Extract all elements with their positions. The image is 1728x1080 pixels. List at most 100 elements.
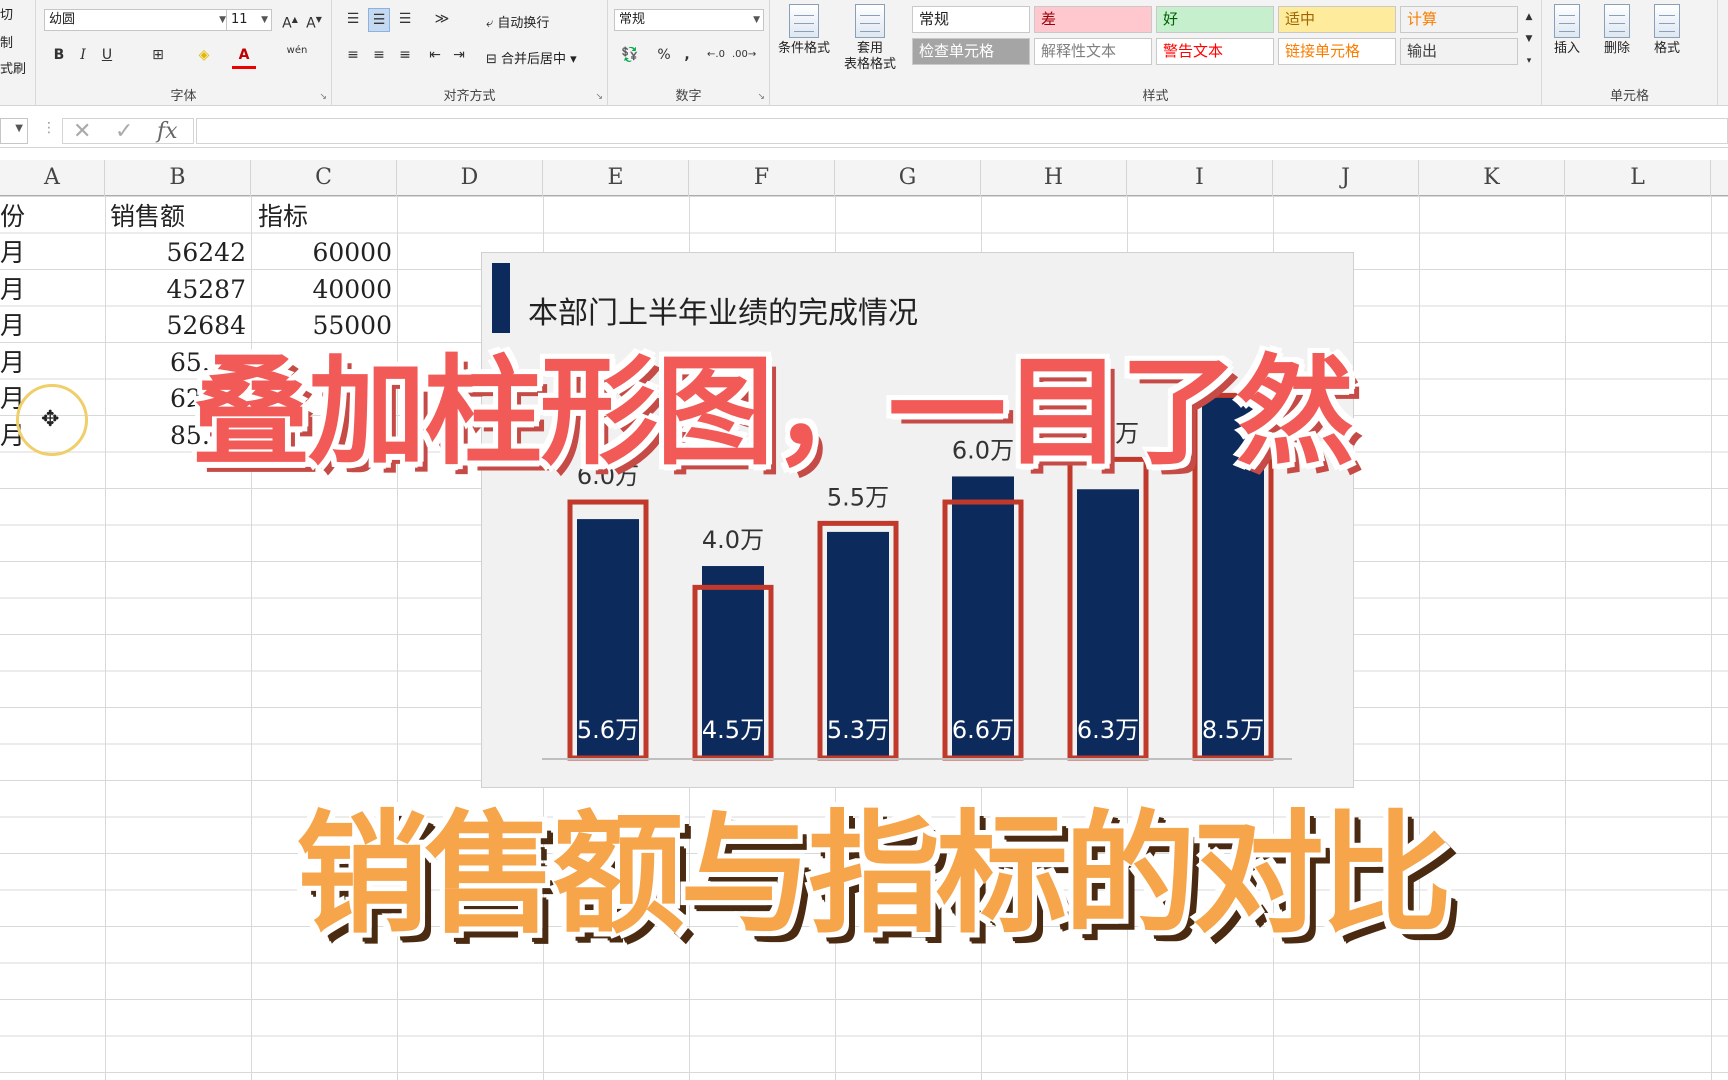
border-icon[interactable]: ⊞: [146, 44, 170, 66]
cell-a1[interactable]: 份: [0, 199, 25, 235]
conditional-format-button[interactable]: 条件格式: [774, 4, 834, 57]
wrap-text-button[interactable]: ⤶ 自动换行: [486, 12, 549, 31]
fill-color-icon[interactable]: ◈: [192, 44, 216, 66]
percent-button[interactable]: %: [654, 44, 674, 66]
currency-icon[interactable]: 💱: [616, 44, 644, 66]
column-header-j[interactable]: J: [1273, 160, 1419, 196]
increase-font-icon[interactable]: A▲: [280, 9, 300, 35]
cell-b2[interactable]: 56242: [106, 235, 246, 271]
cell-a3[interactable]: 月: [0, 272, 25, 308]
cell-cursor-icon: ✥: [41, 407, 60, 432]
column-header-f[interactable]: F: [689, 160, 835, 196]
merge-center-label: 合并后居中: [501, 52, 567, 67]
format-icon: [1654, 4, 1680, 38]
format-as-table-button[interactable]: 套用 表格格式: [840, 4, 900, 73]
column-header-g[interactable]: G: [835, 160, 981, 196]
sales-data-label: 5.6万: [577, 716, 639, 744]
increase-indent-icon[interactable]: ⇥: [448, 44, 470, 66]
insert-function-icon[interactable]: fx: [157, 119, 178, 144]
formula-buttons: ✕ ✓ fx: [62, 118, 194, 144]
orientation-icon[interactable]: ≫: [428, 8, 456, 30]
cell-a2[interactable]: 月: [0, 235, 25, 271]
align-bottom-icon[interactable]: ☰: [394, 8, 416, 30]
gallery-more-icon[interactable]: ▾: [1522, 50, 1536, 72]
cell-style-option[interactable]: 链接单元格: [1278, 38, 1396, 65]
cell-b3[interactable]: 45287: [106, 272, 246, 308]
cell-style-option[interactable]: 适中: [1278, 6, 1396, 33]
chevron-down-icon: ▼: [753, 15, 760, 25]
column-header-k[interactable]: K: [1419, 160, 1565, 196]
increase-decimal-icon[interactable]: ←.0: [704, 44, 728, 66]
cells-group-label: 单元格: [1609, 89, 1649, 104]
underline-button[interactable]: U: [98, 44, 116, 66]
dialog-launcher-icon[interactable]: ↘: [595, 92, 603, 102]
column-header-a[interactable]: A: [0, 160, 105, 196]
phonetic-button[interactable]: wén: [282, 40, 312, 62]
align-center-icon[interactable]: ≡: [368, 44, 390, 66]
copy-button[interactable]: 制: [0, 32, 13, 51]
cell-style-option[interactable]: 输出: [1400, 38, 1518, 65]
format-cells-button[interactable]: 格式: [1642, 4, 1692, 57]
number-group: 常规 ▼ 💱 % , ←.0 .00→ 数字 ↘: [608, 0, 770, 106]
number-format-select[interactable]: 常规 ▼: [614, 9, 764, 31]
bold-button[interactable]: B: [50, 44, 68, 66]
align-left-icon[interactable]: ≡: [342, 44, 364, 66]
align-right-icon[interactable]: ≡: [394, 44, 416, 66]
column-header-c[interactable]: C: [251, 160, 397, 196]
font-group-label: 字体: [170, 89, 197, 104]
align-top-icon[interactable]: ☰: [342, 8, 364, 30]
sales-data-label: 6.3万: [1077, 716, 1139, 744]
wrap-text-label: 自动换行: [497, 16, 550, 31]
cell-c1[interactable]: 指标: [258, 199, 308, 235]
merge-center-button[interactable]: ⊟ 合并后居中 ▾: [486, 48, 577, 67]
column-header-b[interactable]: B: [105, 160, 251, 196]
cell-style-option[interactable]: 解释性文本: [1034, 38, 1152, 65]
align-middle-icon[interactable]: ☰: [368, 8, 390, 32]
column-header-e[interactable]: E: [543, 160, 689, 196]
decrease-decimal-icon[interactable]: .00→: [732, 44, 756, 66]
font-name-select[interactable]: 幼圆 ▼: [44, 9, 230, 31]
enter-icon[interactable]: ✓: [115, 119, 133, 144]
font-size-select[interactable]: 11 ▼: [226, 9, 272, 31]
comma-button[interactable]: ,: [680, 44, 694, 66]
insert-cells-button[interactable]: 插入: [1542, 4, 1592, 57]
cell-style-option[interactable]: 警告文本: [1156, 38, 1274, 65]
format-as-table-label-2: 表格格式: [843, 57, 896, 72]
cancel-icon[interactable]: ✕: [73, 119, 91, 144]
cut-button[interactable]: 切: [0, 4, 13, 23]
gallery-scroll-down-icon[interactable]: ▼: [1522, 28, 1536, 50]
decrease-indent-icon[interactable]: ⇤: [424, 44, 446, 66]
formula-input[interactable]: [196, 118, 1728, 144]
chevron-down-icon: ▼: [15, 123, 23, 134]
column-header-d[interactable]: D: [397, 160, 543, 196]
cell-style-option[interactable]: 计算: [1400, 6, 1518, 33]
name-box[interactable]: ▼: [0, 118, 28, 144]
column-header-l[interactable]: L: [1565, 160, 1711, 196]
format-as-table-icon: [855, 4, 885, 38]
delete-cells-button[interactable]: 删除: [1592, 4, 1642, 57]
cell-style-option[interactable]: 差: [1034, 6, 1152, 33]
gallery-scroll-up-icon[interactable]: ▲: [1522, 6, 1536, 28]
cell-a5[interactable]: 月: [0, 345, 25, 381]
dialog-launcher-icon[interactable]: ↘: [319, 92, 327, 102]
cell-b1[interactable]: 销售额: [110, 199, 185, 235]
italic-button[interactable]: I: [74, 44, 92, 66]
cell-c2[interactable]: 60000: [252, 235, 392, 271]
column-header-i[interactable]: I: [1127, 160, 1273, 196]
cell-style-option[interactable]: 常规: [912, 6, 1030, 33]
cell-style-option[interactable]: 好: [1156, 6, 1274, 33]
font-color-icon[interactable]: A: [232, 44, 256, 69]
format-painter-button[interactable]: 式刷: [0, 58, 26, 77]
cells-group: 插入 删除 格式 单元格: [1542, 0, 1718, 106]
styles-group: 条件格式 套用 表格格式 常规差好适中 计算检查单元格 解释性文本 警告文本 链接单元格…: [770, 0, 1542, 106]
separator-dots: ⋮: [42, 120, 56, 136]
conditional-format-label: 条件格式: [777, 41, 830, 56]
decrease-font-icon[interactable]: A▼: [304, 9, 324, 35]
cell-style-option[interactable]: 检查单元格: [912, 38, 1030, 65]
alignment-group-label: 对齐方式: [443, 89, 496, 104]
column-header-h[interactable]: H: [981, 160, 1127, 196]
cell-a4[interactable]: 月: [0, 308, 25, 344]
video-title-overlay: 叠加柱形图，一目了然: [192, 343, 1354, 481]
cell-c3[interactable]: 40000: [252, 272, 392, 308]
dialog-launcher-icon[interactable]: ↘: [757, 92, 765, 102]
